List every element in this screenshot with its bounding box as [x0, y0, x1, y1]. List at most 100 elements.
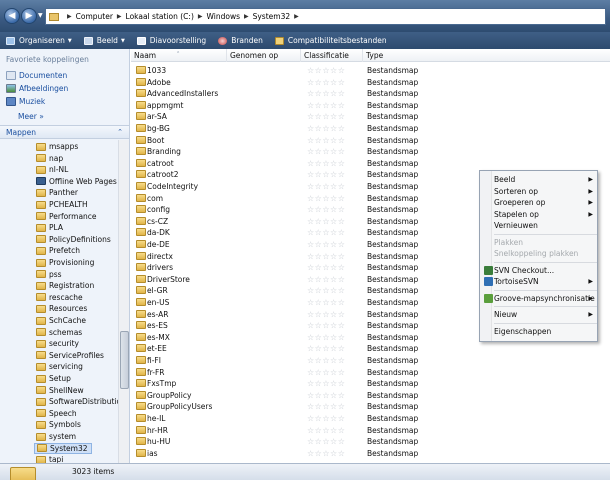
rating-stars[interactable]: ☆☆☆☆☆ — [307, 77, 345, 89]
tree-item[interactable]: Provisioning — [36, 257, 94, 268]
rating-stars[interactable]: ☆☆☆☆☆ — [307, 332, 345, 344]
tree-item[interactable]: Resources — [36, 303, 87, 314]
favorite-music[interactable]: Muziek — [6, 97, 45, 106]
rating-stars[interactable]: ☆☆☆☆☆ — [307, 181, 345, 193]
chevron-right-icon[interactable]: ▶ — [67, 13, 72, 20]
table-row[interactable]: ar-SA ☆☆☆☆☆ Bestandsmap — [131, 111, 610, 123]
table-row[interactable]: Branding ☆☆☆☆☆ Bestandsmap — [131, 146, 610, 158]
column-header-name[interactable]: Naam ⌃ — [131, 49, 227, 62]
menu-item[interactable]: Nieuw ▶ — [494, 309, 597, 320]
tree-item[interactable]: msapps — [36, 141, 78, 152]
table-row[interactable]: fi-FI ☆☆☆☆☆ Bestandsmap — [131, 355, 610, 367]
rating-stars[interactable]: ☆☆☆☆☆ — [307, 285, 345, 297]
rating-stars[interactable]: ☆☆☆☆☆ — [307, 123, 345, 135]
tree-item[interactable]: SoftwareDistribution — [36, 396, 118, 407]
favorite-pictures[interactable]: Afbeeldingen — [6, 84, 68, 93]
tree-item[interactable]: SchCache — [36, 315, 86, 326]
chevron-right-icon[interactable]: ▶ — [198, 13, 203, 20]
tree-item[interactable]: Registration — [36, 280, 94, 291]
forward-button[interactable]: ▶ — [21, 8, 37, 24]
burn-button[interactable]: Branden — [212, 32, 269, 49]
back-button[interactable]: ◀ — [4, 8, 20, 24]
address-box[interactable]: ▶ Computer ▶ Lokaal station (C:) ▶ Windo… — [45, 8, 606, 25]
rating-stars[interactable]: ☆☆☆☆☆ — [307, 274, 345, 286]
tree-item[interactable]: system — [36, 431, 76, 442]
rating-stars[interactable]: ☆☆☆☆☆ — [307, 135, 345, 147]
recent-pages-dropdown-icon[interactable]: ▼ — [38, 12, 43, 19]
rating-stars[interactable]: ☆☆☆☆☆ — [307, 378, 345, 390]
tree-item[interactable]: Performance — [36, 211, 97, 222]
compat-files-button[interactable]: Compatibiliteitsbestanden — [269, 32, 393, 49]
rating-stars[interactable]: ☆☆☆☆☆ — [307, 355, 345, 367]
chevron-right-icon[interactable]: ▶ — [294, 13, 299, 20]
menu-item[interactable]: Eigenschappen — [494, 326, 597, 337]
chevron-right-icon[interactable]: ▶ — [244, 13, 249, 20]
rating-stars[interactable]: ☆☆☆☆☆ — [307, 297, 345, 309]
breadcrumb-windows[interactable]: Windows — [207, 12, 240, 21]
scrollbar-thumb[interactable] — [120, 330, 129, 389]
rating-stars[interactable]: ☆☆☆☆☆ — [307, 239, 345, 251]
table-row[interactable]: GroupPolicy ☆☆☆☆☆ Bestandsmap — [131, 390, 610, 402]
tree-item[interactable]: Offline Web Pages — [36, 176, 117, 187]
more-link[interactable]: Meer » — [18, 112, 44, 121]
tree-item[interactable]: PCHEALTH — [36, 199, 88, 210]
table-row[interactable]: ias ☆☆☆☆☆ Bestandsmap — [131, 448, 610, 460]
rating-stars[interactable]: ☆☆☆☆☆ — [307, 309, 345, 321]
tree-item[interactable]: schemas — [36, 327, 82, 338]
menu-item[interactable]: Stapelen op ▶ — [494, 209, 597, 220]
tree-item[interactable]: servicing — [36, 361, 83, 372]
breadcrumb-computer[interactable]: Computer — [76, 12, 113, 21]
tree-item[interactable]: rescache — [36, 292, 83, 303]
rating-stars[interactable]: ☆☆☆☆☆ — [307, 425, 345, 437]
rating-stars[interactable]: ☆☆☆☆☆ — [307, 169, 345, 181]
table-row[interactable]: catroot ☆☆☆☆☆ Bestandsmap — [131, 158, 610, 170]
table-row[interactable]: fr-FR ☆☆☆☆☆ Bestandsmap — [131, 367, 610, 379]
column-header-type[interactable]: Type — [363, 49, 610, 62]
tree-item[interactable]: nl-NL — [36, 164, 68, 175]
rating-stars[interactable]: ☆☆☆☆☆ — [307, 367, 345, 379]
organize-button[interactable]: Organiseren ▼ — [0, 32, 78, 49]
view-button[interactable]: Beeld ▼ — [78, 32, 131, 49]
menu-item[interactable]: Groove-mapsynchronisatie ▶ — [484, 293, 597, 304]
rating-stars[interactable]: ☆☆☆☆☆ — [307, 88, 345, 100]
tree-item[interactable]: System32 — [34, 442, 92, 454]
tree-item[interactable]: Speech — [36, 408, 77, 419]
table-row[interactable]: he-IL ☆☆☆☆☆ Bestandsmap — [131, 413, 610, 425]
tree-item[interactable]: PolicyDefinitions — [36, 234, 111, 245]
breadcrumb-drive[interactable]: Lokaal station (C:) — [126, 12, 194, 21]
tree-item[interactable]: security — [36, 338, 79, 349]
tree-item[interactable]: Prefetch — [36, 245, 80, 256]
table-row[interactable]: bg-BG ☆☆☆☆☆ Bestandsmap — [131, 123, 610, 135]
favorite-documents[interactable]: Documenten — [6, 71, 67, 80]
chevron-right-icon[interactable]: ▶ — [117, 13, 122, 20]
rating-stars[interactable]: ☆☆☆☆☆ — [307, 65, 345, 77]
chevron-up-icon[interactable]: ⌃ — [117, 126, 123, 139]
tree-item[interactable]: Symbols — [36, 419, 81, 430]
rating-stars[interactable]: ☆☆☆☆☆ — [307, 158, 345, 170]
rating-stars[interactable]: ☆☆☆☆☆ — [307, 100, 345, 112]
menu-item[interactable]: TortoiseSVN ▶ — [484, 276, 597, 287]
breadcrumb-system32[interactable]: System32 — [253, 12, 291, 21]
rating-stars[interactable]: ☆☆☆☆☆ — [307, 390, 345, 402]
menu-item[interactable]: Vernieuwen — [494, 220, 597, 231]
rating-stars[interactable]: ☆☆☆☆☆ — [307, 413, 345, 425]
rating-stars[interactable]: ☆☆☆☆☆ — [307, 262, 345, 274]
rating-stars[interactable]: ☆☆☆☆☆ — [307, 193, 345, 205]
tree-item[interactable]: pss — [36, 269, 62, 280]
table-row[interactable]: FxsTmp ☆☆☆☆☆ Bestandsmap — [131, 378, 610, 390]
table-row[interactable]: hu-HU ☆☆☆☆☆ Bestandsmap — [131, 436, 610, 448]
rating-stars[interactable]: ☆☆☆☆☆ — [307, 227, 345, 239]
tree-item[interactable]: tapi — [36, 454, 63, 463]
menu-item[interactable]: SVN Checkout... — [484, 265, 597, 276]
table-row[interactable]: hr-HR ☆☆☆☆☆ Bestandsmap — [131, 425, 610, 437]
tree-item[interactable]: Panther — [36, 187, 78, 198]
rating-stars[interactable]: ☆☆☆☆☆ — [307, 448, 345, 460]
rating-stars[interactable]: ☆☆☆☆☆ — [307, 343, 345, 355]
menu-item[interactable]: Groeperen op ▶ — [494, 197, 597, 208]
tree-item[interactable]: PLA — [36, 222, 63, 233]
tree-scrollbar[interactable] — [118, 140, 129, 463]
rating-stars[interactable]: ☆☆☆☆☆ — [307, 216, 345, 228]
rating-stars[interactable]: ☆☆☆☆☆ — [307, 204, 345, 216]
column-header-rating[interactable]: Classificatie — [301, 49, 363, 62]
menu-item[interactable]: Sorteren op ▶ — [494, 186, 597, 197]
